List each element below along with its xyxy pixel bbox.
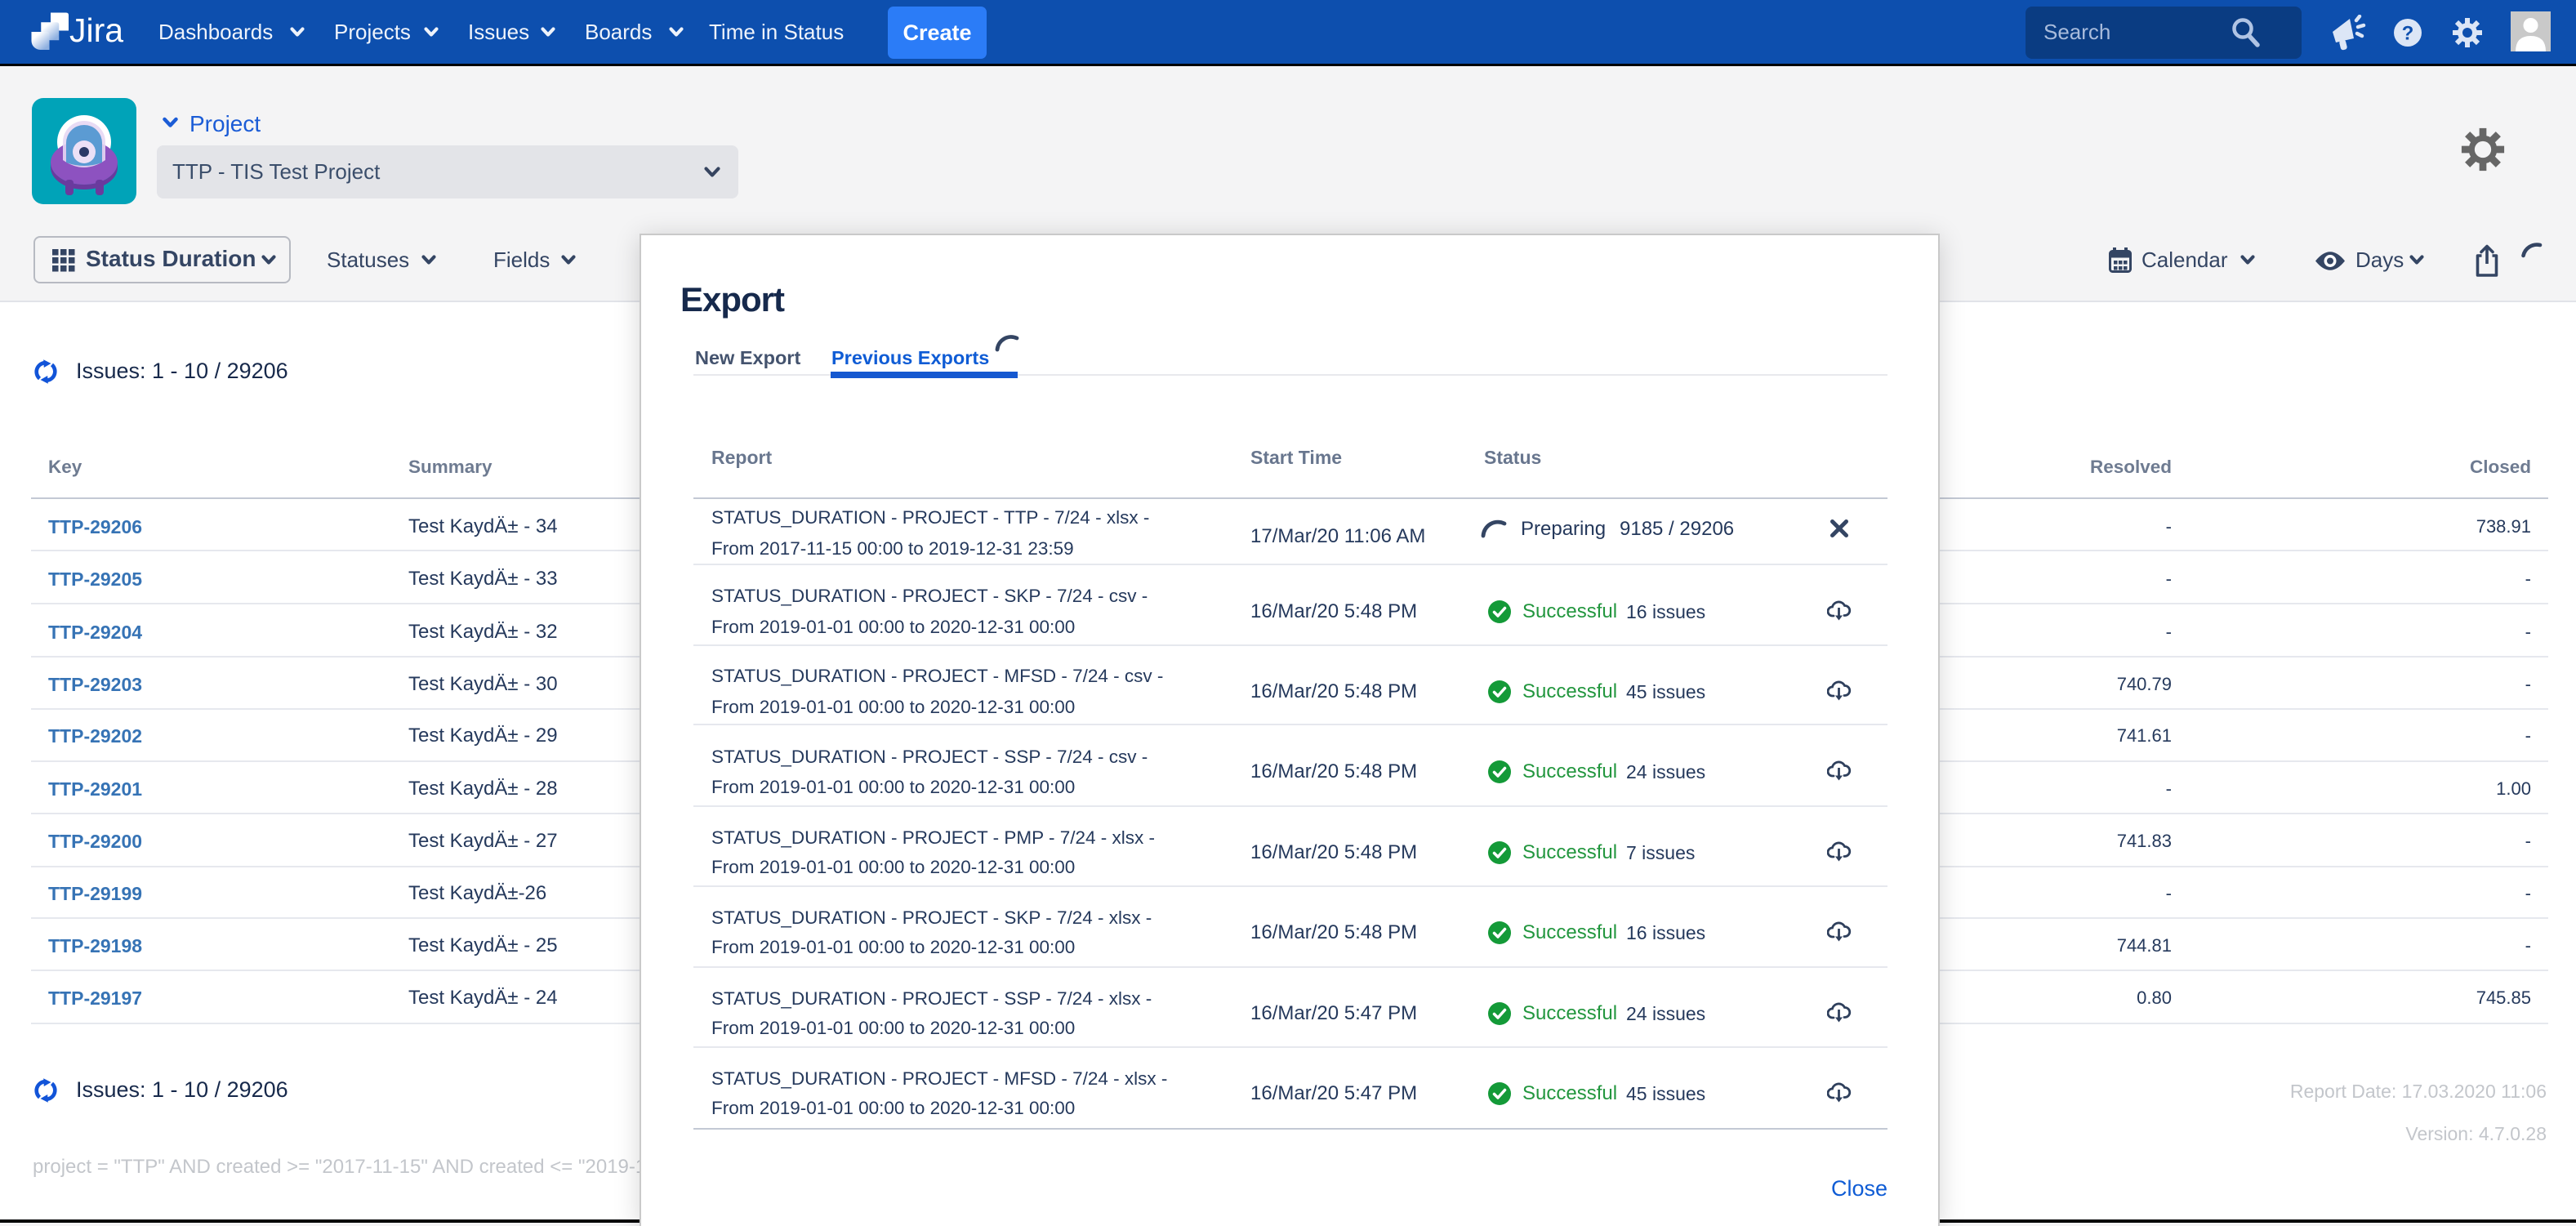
svg-text:?: ? bbox=[2402, 23, 2414, 45]
